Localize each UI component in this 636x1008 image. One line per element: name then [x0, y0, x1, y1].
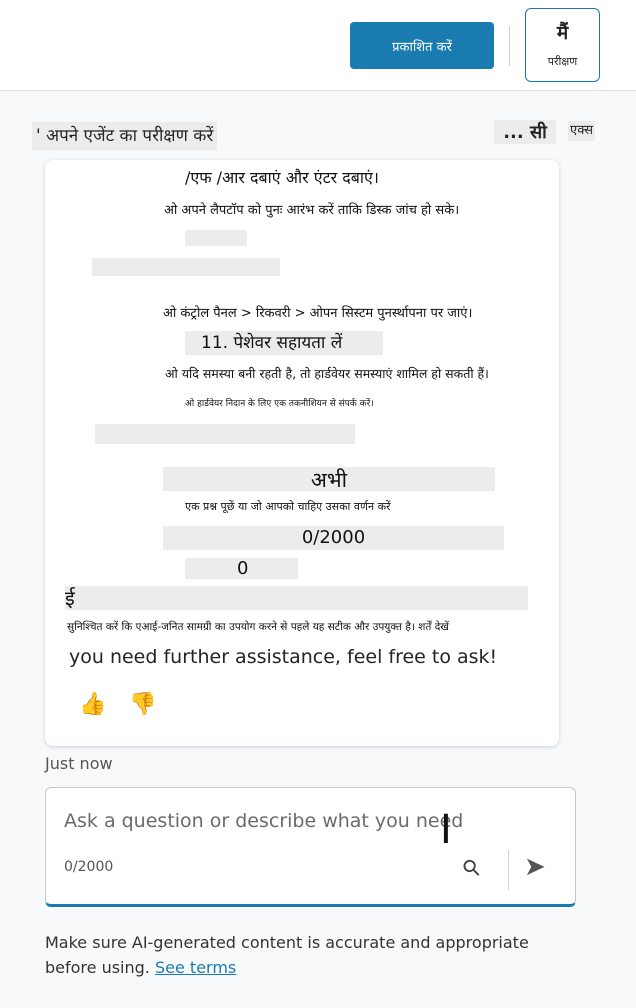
response-heading: 11. पेशेवर सहायता लें [185, 331, 383, 355]
response-line: ओ कंट्रोल पैनल > रिकवरी > ओपन सिस्टम पुन… [163, 306, 473, 321]
test-icon: मैं [556, 21, 569, 44]
test-button[interactable]: मैं परीक्षण [525, 8, 600, 82]
agent-response-card: /एफ /आर दबाएं और एंटर दबाएं। ओ अपने लैपट… [45, 160, 559, 746]
garbled-text [185, 230, 247, 246]
garbled-text [92, 258, 280, 276]
text-cursor-icon: I [440, 807, 452, 853]
response-line: ओ यदि समस्या बनी रहती है, तो हार्डवेयर स… [165, 366, 489, 381]
chat-composer[interactable]: I 0/2000 ⚲ ➤ [45, 787, 576, 907]
more-options-button[interactable]: ... सी [494, 120, 556, 144]
disclaimer-text: Make sure AI-generated content is accura… [45, 933, 529, 977]
paperclip-icon[interactable]: ⚲ [458, 854, 487, 883]
overlay-text: सुनिश्चित करें कि एआई-जनित सामग्री का उप… [67, 621, 449, 633]
disclaimer: Make sure AI-generated content is accura… [45, 930, 545, 980]
test-button-label: परीक्षण [547, 54, 578, 68]
overlay-text: 0 [185, 558, 298, 579]
char-counter: 0/2000 [64, 859, 114, 875]
response-line: ओ अपने लैपटॉप को पुनः आरंभ करें ताकि डिस… [164, 203, 460, 218]
response-line: ओ हार्डवेयर निदान के लिए एक तकनीशियन से … [185, 399, 374, 409]
see-terms-link[interactable]: See terms [155, 958, 236, 977]
thumbs-up-icon[interactable]: 👍 [79, 692, 106, 717]
publish-button[interactable]: प्रकाशित करें [350, 22, 494, 69]
top-toolbar: प्रकाशित करें मैं परीक्षण [0, 0, 636, 91]
overlay-text: 0/2000 [163, 526, 504, 550]
close-panel-button[interactable]: एक्स [568, 121, 595, 141]
thumbs-down-icon[interactable]: 👎 [129, 692, 156, 717]
toolbar-divider [509, 26, 510, 66]
panel-title: ' अपने एजेंट का परीक्षण करें [32, 122, 218, 150]
timestamp: Just now [45, 754, 113, 773]
overlay-text: ई [65, 586, 528, 610]
question-input[interactable] [64, 810, 464, 832]
overlay-text: एक प्रश्न पूछें या जो आपको चाहिए उसका वर… [185, 500, 391, 513]
composer-divider [508, 850, 509, 890]
send-icon[interactable]: ➤ [524, 852, 546, 882]
garbled-text [95, 424, 355, 444]
overlay-text: अभी [163, 467, 495, 492]
response-text: you need further assistance, feel free t… [69, 646, 498, 668]
response-line: /एफ /आर दबाएं और एंटर दबाएं। [185, 168, 379, 187]
